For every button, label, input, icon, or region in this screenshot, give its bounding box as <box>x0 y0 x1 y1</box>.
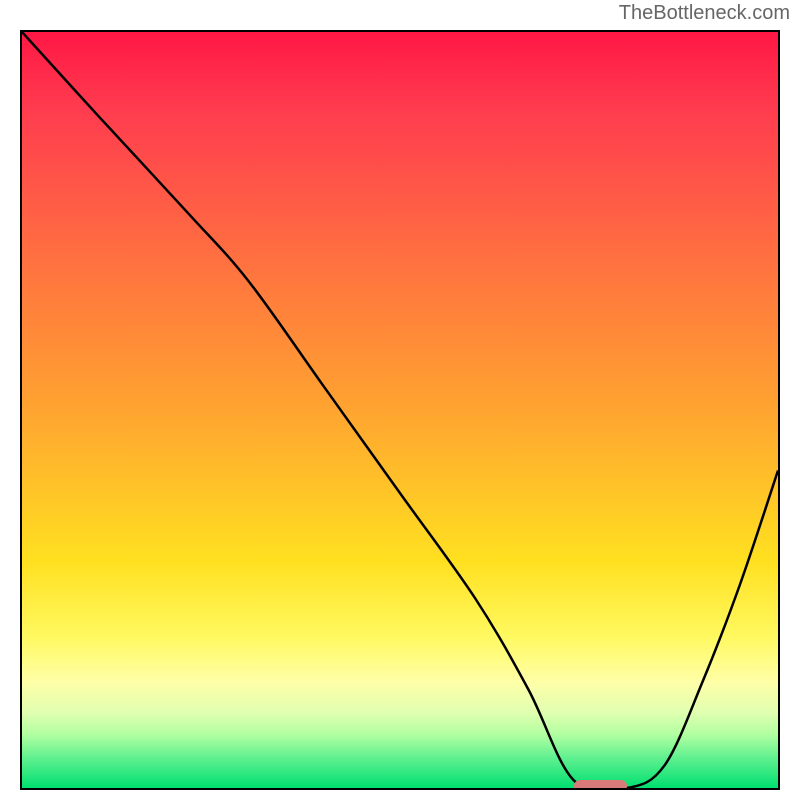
watermark-text: TheBottleneck.com <box>619 2 790 25</box>
bottleneck-curve-svg <box>22 32 778 788</box>
bottleneck-curve <box>22 32 778 788</box>
chart-frame <box>20 30 780 790</box>
optimal-marker <box>574 780 627 790</box>
